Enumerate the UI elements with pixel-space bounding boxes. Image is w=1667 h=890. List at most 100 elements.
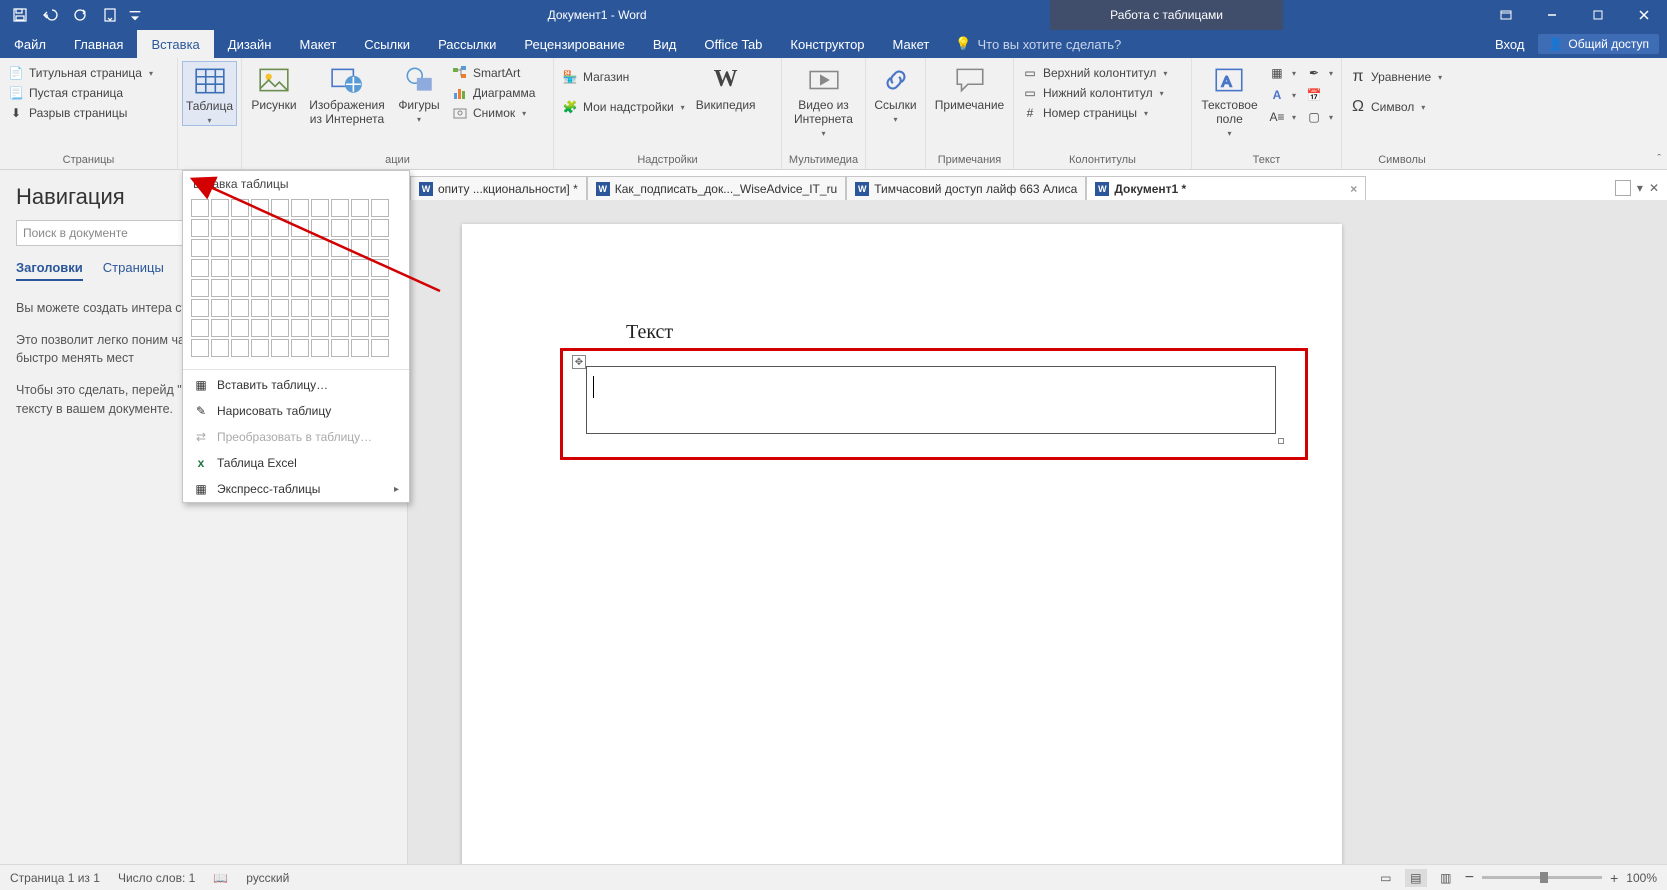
nav-tab-pages[interactable]: Страницы — [103, 260, 164, 281]
footer-button[interactable]: ▭Нижний колонтитул▾ — [1022, 85, 1167, 101]
close-icon[interactable] — [1621, 0, 1667, 30]
store-button[interactable]: 🏪Магазин — [562, 69, 685, 85]
wikipedia-button[interactable]: W Википедия — [691, 61, 761, 113]
cover-page-button[interactable]: 📄Титульная страница▾ — [8, 65, 153, 81]
screenshot-label: Снимок — [473, 106, 515, 120]
header-button[interactable]: ▭Верхний колонтитул▾ — [1022, 65, 1167, 81]
undo-icon[interactable] — [36, 1, 64, 29]
signature-button[interactable]: ✒▾ — [1306, 65, 1333, 81]
tab-home[interactable]: Главная — [60, 30, 137, 58]
word-doc-icon: W — [1095, 182, 1109, 196]
collapse-ribbon-icon[interactable]: ˆ — [1657, 153, 1661, 165]
myaddins-button[interactable]: 🧩Мои надстройки▾ — [562, 99, 685, 115]
shapes-button[interactable]: Фигуры ▾ — [392, 61, 446, 124]
signature-icon: ✒ — [1306, 65, 1322, 81]
excel-table-item[interactable]: xТаблица Excel — [183, 450, 409, 476]
tab-layout[interactable]: Макет — [285, 30, 350, 58]
tab-dropdown-icon[interactable]: ▾ — [1637, 181, 1643, 195]
inserted-table[interactable] — [586, 366, 1276, 434]
maximize-icon[interactable] — [1575, 0, 1621, 30]
person-icon: 👤 — [1548, 37, 1563, 51]
tab-review[interactable]: Рецензирование — [510, 30, 638, 58]
page-break-button[interactable]: ⬇Разрыв страницы — [8, 105, 153, 121]
online-video-button[interactable]: Видео из Интернета ▾ — [786, 61, 861, 138]
document-text[interactable]: Текст — [626, 320, 673, 344]
tab-references[interactable]: Ссылки — [350, 30, 424, 58]
quick-tables-label: Экспресс-таблицы — [217, 482, 320, 496]
tab-officetab[interactable]: Office Tab — [690, 30, 776, 58]
table-resize-handle[interactable] — [1278, 438, 1284, 444]
document-tabs: Wопиту ...кциональности] * WКак_подписат… — [410, 176, 1659, 200]
tab-view[interactable]: Вид — [639, 30, 691, 58]
zoom-out-icon[interactable]: − — [1465, 869, 1474, 887]
online-pictures-button[interactable]: Изображения из Интернета — [304, 61, 390, 127]
table-button[interactable]: Таблица ▾ — [182, 61, 237, 126]
tab-mailings[interactable]: Рассылки — [424, 30, 510, 58]
drop-cap-button[interactable]: A≡▾ — [1269, 109, 1296, 125]
zoom-slider[interactable] — [1482, 876, 1602, 879]
close-all-icon[interactable]: ✕ — [1649, 181, 1659, 195]
equation-button[interactable]: πУравнение▾ — [1350, 69, 1442, 85]
tab-file[interactable]: Файл — [0, 30, 60, 58]
touch-mode-icon[interactable] — [96, 1, 124, 29]
ribbon-display-icon[interactable] — [1483, 0, 1529, 30]
status-words[interactable]: Число слов: 1 — [118, 871, 195, 885]
comment-button[interactable]: Примечание — [930, 61, 1009, 113]
share-button[interactable]: 👤 Общий доступ — [1538, 34, 1659, 54]
page[interactable]: Текст ✥ — [462, 224, 1342, 864]
tab-table-layout[interactable]: Макет — [879, 30, 944, 58]
doc-tab-3[interactable]: WТимчасовий доступ лайф 663 Алиса — [846, 176, 1086, 200]
symbol-button[interactable]: ΩСимвол▾ — [1350, 99, 1442, 115]
document-area[interactable]: Текст ✥ — [408, 200, 1667, 864]
close-tab-icon[interactable]: × — [1350, 182, 1357, 196]
quick-parts-button[interactable]: ▦▾ — [1269, 65, 1296, 81]
table-size-grid[interactable] — [183, 195, 409, 367]
zoom-in-icon[interactable]: + — [1610, 870, 1618, 886]
textbox-button[interactable]: A Текстовое поле ▾ — [1196, 61, 1263, 138]
table-dropdown: Вставка таблицы ▦Вставить таблицу… ✎Нари… — [182, 170, 410, 503]
zoom-value[interactable]: 100% — [1626, 871, 1657, 885]
doc-tab-4[interactable]: WДокумент1 *× — [1086, 176, 1366, 200]
datetime-button[interactable]: 📅 — [1306, 87, 1333, 103]
wordart-button[interactable]: A▾ — [1269, 87, 1296, 103]
doc-tab-1[interactable]: Wопиту ...кциональности] * — [410, 176, 587, 200]
convert-table-label: Преобразовать в таблицу… — [217, 430, 372, 444]
tab-insert[interactable]: Вставка — [137, 30, 213, 58]
links-button[interactable]: Ссылки ▾ — [870, 61, 921, 124]
page-number-button[interactable]: #Номер страницы▾ — [1022, 105, 1167, 121]
minimize-icon[interactable] — [1529, 0, 1575, 30]
nav-tab-headings[interactable]: Заголовки — [16, 260, 83, 281]
insert-table-item[interactable]: ▦Вставить таблицу… — [183, 372, 409, 398]
spellcheck-icon[interactable]: 📖 — [213, 871, 228, 885]
status-page[interactable]: Страница 1 из 1 — [10, 871, 100, 885]
chart-button[interactable]: Диаграмма — [452, 85, 535, 101]
doc-tab-2[interactable]: WКак_подписать_док..._WiseAdvice_IT_ru — [587, 176, 847, 200]
quick-tables-item[interactable]: ▦Экспресс-таблицы▸ — [183, 476, 409, 502]
convert-table-icon: ⇄ — [193, 429, 209, 445]
draw-table-item[interactable]: ✎Нарисовать таблицу — [183, 398, 409, 424]
screenshot-button[interactable]: Снимок▾ — [452, 105, 535, 121]
tab-table-design[interactable]: Конструктор — [776, 30, 878, 58]
convert-table-item: ⇄ Преобразовать в таблицу… — [183, 424, 409, 450]
smartart-button[interactable]: SmartArt — [452, 65, 535, 81]
web-layout-icon[interactable]: ▥ — [1435, 869, 1457, 887]
group-text-label: Текст — [1196, 152, 1337, 169]
comment-label: Примечание — [935, 99, 1004, 113]
tab-design[interactable]: Дизайн — [214, 30, 286, 58]
ribbon-tabs: Файл Главная Вставка Дизайн Макет Ссылки… — [0, 30, 1667, 58]
table-move-handle[interactable]: ✥ — [572, 355, 586, 369]
pictures-button[interactable]: Рисунки — [246, 61, 302, 113]
draw-table-label: Нарисовать таблицу — [217, 404, 331, 418]
qat-customize-icon[interactable] — [126, 1, 144, 29]
read-mode-icon[interactable]: ▭ — [1375, 869, 1397, 887]
print-layout-icon[interactable]: ▤ — [1405, 869, 1427, 887]
redo-icon[interactable] — [66, 1, 94, 29]
tab-options-icon[interactable] — [1615, 180, 1631, 196]
blank-page-button[interactable]: 📃Пустая страница — [8, 85, 153, 101]
save-icon[interactable] — [6, 1, 34, 29]
sign-in-link[interactable]: Вход — [1485, 37, 1534, 52]
online-pictures-label: Изображения из Интернета — [306, 99, 388, 127]
status-language[interactable]: русский — [246, 871, 289, 885]
object-button[interactable]: ▢▾ — [1306, 109, 1333, 125]
tell-me-search[interactable]: 💡 Что вы хотите сделать? — [943, 30, 1133, 58]
